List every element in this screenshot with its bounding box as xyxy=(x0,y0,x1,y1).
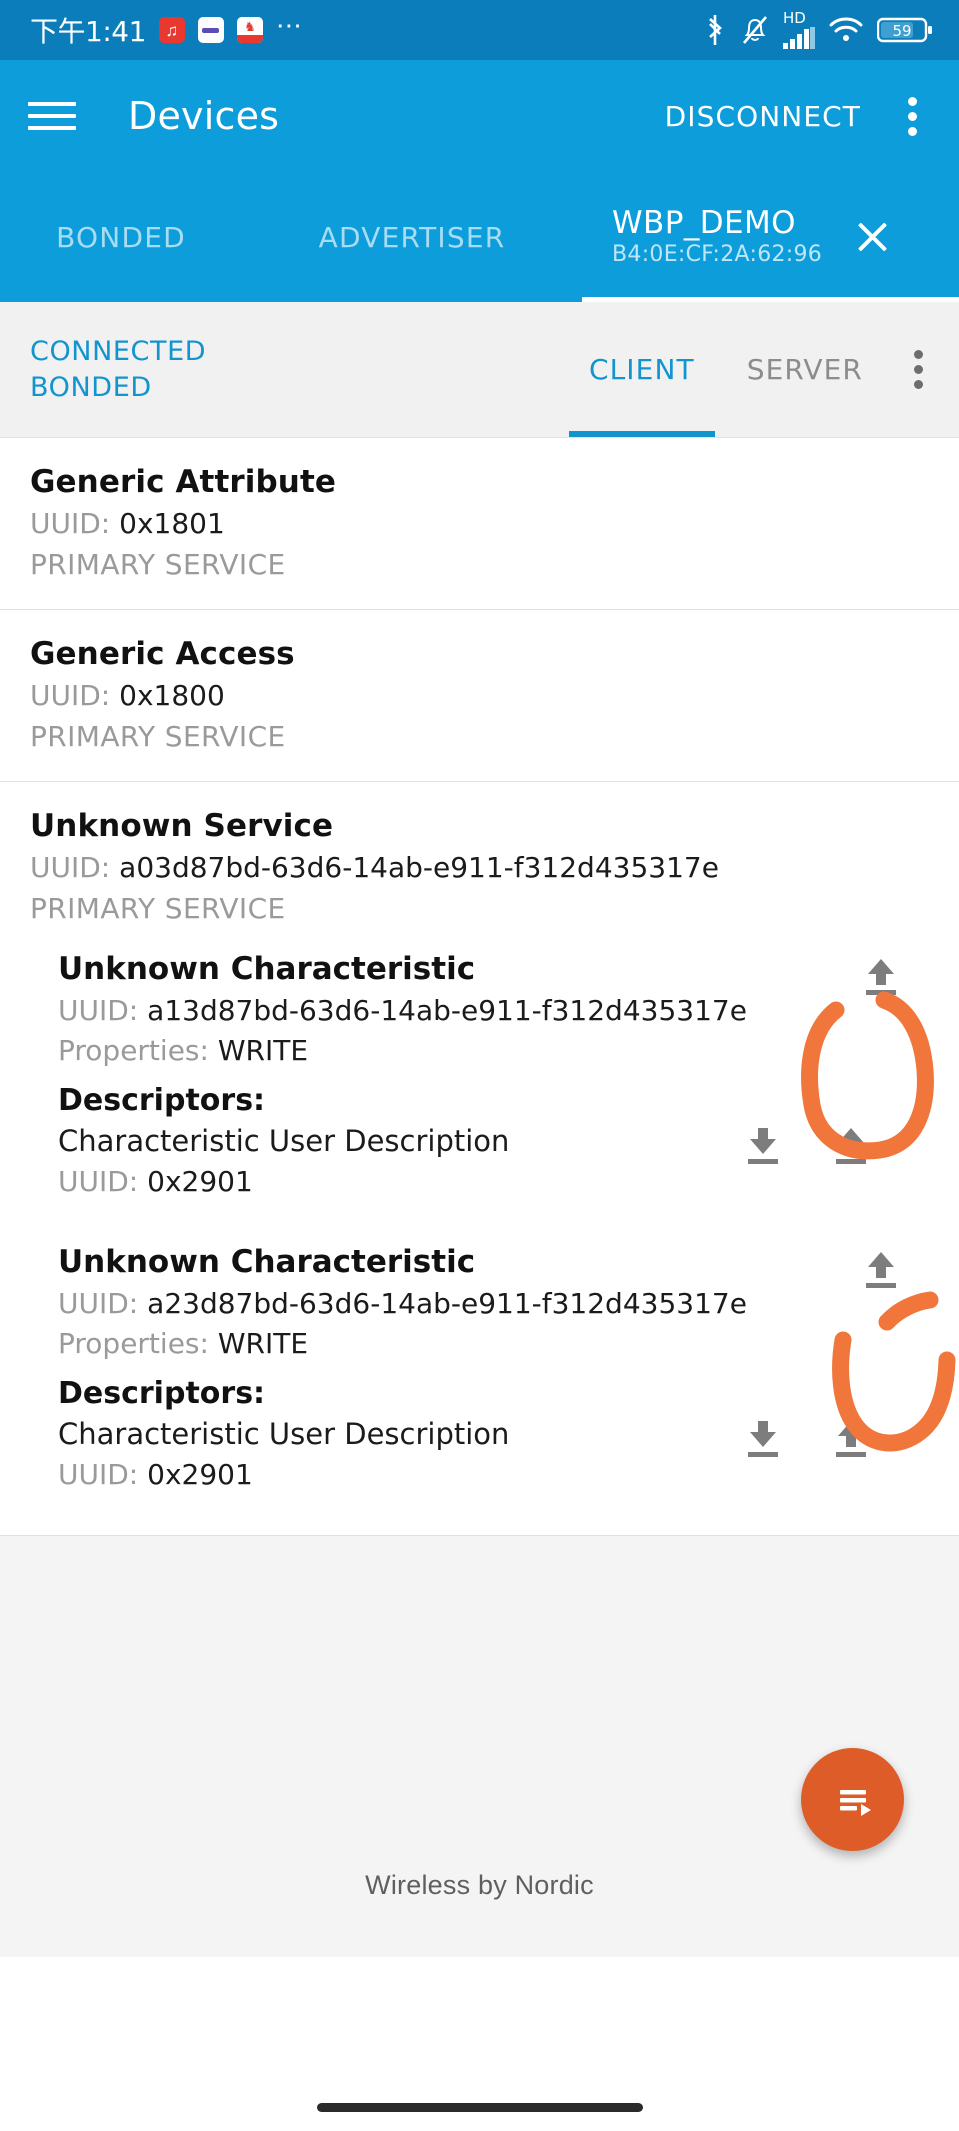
service-name: Generic Attribute xyxy=(30,464,336,500)
uuid-label: UUID: xyxy=(58,994,139,1027)
app-bar: Devices DISCONNECT xyxy=(0,60,959,172)
list-item[interactable]: Generic Attribute UUID: 0x1801 PRIMARY S… xyxy=(0,438,959,610)
connection-state-group: CONNECTED BONDED xyxy=(0,335,206,405)
status-time: 下午1:41 xyxy=(30,15,146,48)
service-type: PRIMARY SERVICE xyxy=(30,720,286,753)
service-name: Generic Access xyxy=(30,636,295,672)
svg-text:59: 59 xyxy=(892,22,911,40)
characteristic-item[interactable]: Unknown Characteristic UUID: a23d87bd-63… xyxy=(58,1208,929,1501)
characteristic-name: Unknown Characteristic xyxy=(58,1244,476,1280)
uuid-value: 0x1800 xyxy=(119,679,225,712)
bell-muted-icon xyxy=(743,16,767,44)
upload-write-icon[interactable] xyxy=(853,949,909,1005)
status-badge-bonded: BONDED xyxy=(30,371,152,403)
characteristic-properties-row: Properties: WRITE xyxy=(58,1327,899,1360)
service-name: Unknown Service xyxy=(30,808,334,844)
log-fab-button[interactable] xyxy=(801,1748,904,1851)
properties-value: WRITE xyxy=(217,1034,309,1067)
characteristic-uuid-row: UUID: a23d87bd-63d6-14ab-e911-f312d43531… xyxy=(58,1287,899,1320)
page-title: Devices xyxy=(128,94,280,138)
hamburger-menu-icon[interactable] xyxy=(28,96,76,136)
descriptors-label: Descriptors: xyxy=(58,1083,266,1118)
service-type: PRIMARY SERVICE xyxy=(30,548,286,581)
uuid-label: UUID: xyxy=(30,851,111,884)
descriptor-item[interactable]: Characteristic User Description UUID: 0x… xyxy=(58,1124,899,1198)
uuid-label: UUID: xyxy=(30,679,111,712)
hd-icon: HD xyxy=(783,9,806,27)
download-read-icon[interactable] xyxy=(735,1118,791,1174)
kebab-menu-icon[interactable] xyxy=(893,93,931,140)
bluetooth-icon xyxy=(709,15,722,45)
service-uuid-row: UUID: 0x1801 xyxy=(30,507,929,540)
playlist-play-icon xyxy=(839,1789,871,1816)
uuid-value: 0x2901 xyxy=(147,1458,253,1491)
uuid-value: a13d87bd-63d6-14ab-e911-f312d435317e xyxy=(147,994,747,1027)
characteristic-uuid-row: UUID: a13d87bd-63d6-14ab-e911-f312d43531… xyxy=(58,994,899,1027)
uuid-label: UUID: xyxy=(58,1165,139,1198)
more-dots-icon: ⋯ xyxy=(275,9,304,40)
music-note-icon: ♫ xyxy=(158,17,185,43)
footer-credit: Wireless by Nordic xyxy=(365,1870,594,1900)
status-bar: 下午1:41 ♫ ♞ ⋯ HD 59 xyxy=(0,0,959,60)
tab-client[interactable]: CLIENT xyxy=(563,302,721,437)
upload-write-icon[interactable] xyxy=(823,1411,879,1467)
tab-device-text: WBP_DEMO B4:0E:CF:2A:62:96 xyxy=(612,207,822,268)
tab-device-name: WBP_DEMO xyxy=(612,204,796,241)
uuid-label: UUID: xyxy=(58,1287,139,1320)
download-read-icon[interactable] xyxy=(735,1411,791,1467)
status-bar-right: HD 59 xyxy=(703,11,933,49)
android-nav-bar xyxy=(0,2083,959,2131)
uuid-value: a23d87bd-63d6-14ab-e911-f312d435317e xyxy=(147,1287,747,1320)
status-bar-left: 下午1:41 ♫ ♞ ⋯ xyxy=(30,10,304,50)
nav-gesture-pill[interactable] xyxy=(316,2102,643,2112)
list-item[interactable]: Generic Access UUID: 0x1800 PRIMARY SERV… xyxy=(0,610,959,782)
close-x-icon[interactable] xyxy=(850,215,894,259)
tab-server[interactable]: SERVER xyxy=(721,302,889,437)
tab-advertiser[interactable]: ADVERTISER xyxy=(242,172,582,302)
tab-wbp-demo[interactable]: WBP_DEMO B4:0E:CF:2A:62:96 xyxy=(582,172,959,302)
uuid-value: 0x1801 xyxy=(119,507,225,540)
descriptors-label: Descriptors: xyxy=(58,1376,266,1411)
device-tab-bar: BONDED ADVERTISER WBP_DEMO B4:0E:CF:2A:6… xyxy=(0,172,959,302)
uuid-label: UUID: xyxy=(30,507,111,540)
app-badge-icon: ♞ xyxy=(236,17,263,43)
uuid-label: UUID: xyxy=(58,1458,139,1491)
wifi-icon xyxy=(829,17,863,41)
status-badge-connected: CONNECTED xyxy=(30,335,207,367)
upload-write-icon[interactable] xyxy=(853,1242,909,1298)
client-kebab-menu-icon[interactable] xyxy=(899,346,937,393)
purple-bar-icon xyxy=(197,17,224,43)
service-uuid-row: UUID: a03d87bd-63d6-14ab-e911-f312d43531… xyxy=(30,851,929,884)
signal-group: HD xyxy=(783,11,815,49)
disconnect-button[interactable]: DISCONNECT xyxy=(665,100,861,133)
descriptor-item[interactable]: Characteristic User Description UUID: 0x… xyxy=(58,1417,899,1491)
empty-content-area: Wireless by Nordic xyxy=(0,1536,959,1957)
tab-device-mac: B4:0E:CF:2A:62:96 xyxy=(612,242,823,268)
uuid-value: a03d87bd-63d6-14ab-e911-f312d435317e xyxy=(119,851,719,884)
characteristic-properties-row: Properties: WRITE xyxy=(58,1034,899,1067)
properties-label: Properties: xyxy=(58,1034,209,1067)
gatt-service-list: Generic Attribute UUID: 0x1801 PRIMARY S… xyxy=(0,438,959,1536)
list-item[interactable]: Unknown Service UUID: a03d87bd-63d6-14ab… xyxy=(0,782,959,1536)
properties-value: WRITE xyxy=(217,1327,309,1360)
service-type: PRIMARY SERVICE xyxy=(30,892,286,925)
characteristic-name: Unknown Characteristic xyxy=(58,951,476,987)
battery-icon: 59 xyxy=(877,17,932,43)
signal-bars-icon xyxy=(783,27,815,49)
characteristic-list: Unknown Characteristic UUID: a13d87bd-63… xyxy=(30,925,929,1501)
connection-status-row: CONNECTED BONDED CLIENT SERVER xyxy=(0,302,959,438)
tab-bonded[interactable]: BONDED xyxy=(0,172,242,302)
uuid-value: 0x2901 xyxy=(147,1165,253,1198)
properties-label: Properties: xyxy=(58,1327,209,1360)
characteristic-item[interactable]: Unknown Characteristic UUID: a13d87bd-63… xyxy=(58,925,929,1208)
upload-write-icon[interactable] xyxy=(823,1118,879,1174)
service-uuid-row: UUID: 0x1800 xyxy=(30,679,929,712)
